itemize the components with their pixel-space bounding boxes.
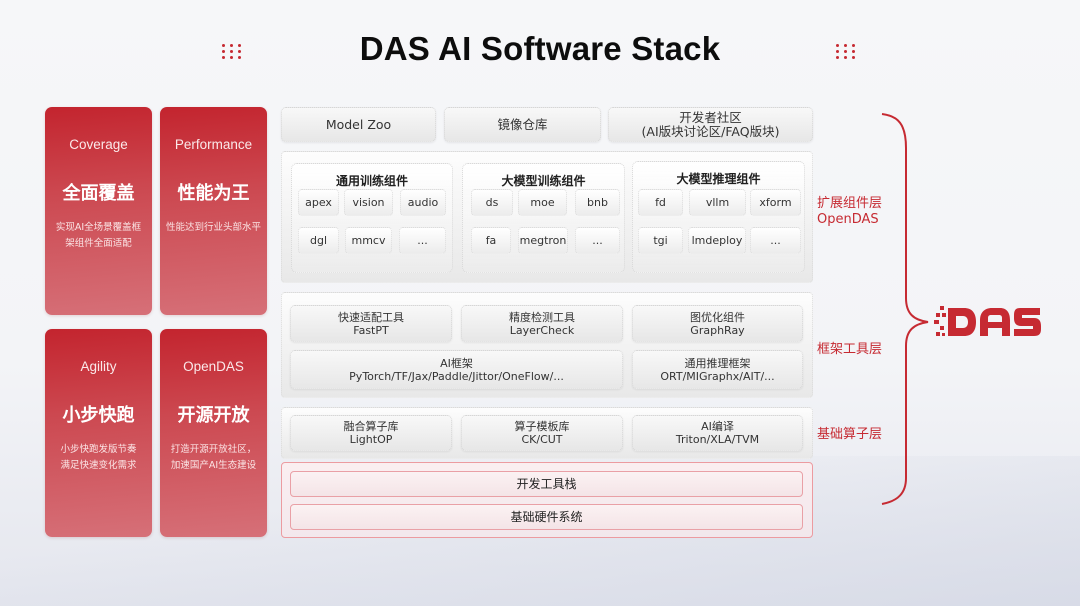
component-chip: tgi: [638, 227, 683, 254]
card-desc-line: 实现AI全场景覆盖框: [55, 222, 142, 233]
card-desc-line: 小步快跑发版节奏: [60, 444, 137, 455]
operator-lightop: 融合算子库 LightOP: [290, 415, 452, 451]
model-zoo-box: Model Zoo: [281, 107, 436, 142]
card-desc-line: 满足快速变化需求: [60, 460, 137, 471]
component-chip: mmcv: [345, 227, 392, 254]
box-label: AI编译: [701, 420, 734, 433]
component-chip: fa: [471, 227, 511, 254]
component-chip: audio: [400, 189, 446, 216]
layer-label-line: OpenDAS: [817, 212, 879, 227]
group-title: 通用训练组件: [335, 174, 408, 188]
box-label: 算子模板库: [514, 420, 570, 433]
box-sublabel: PyTorch/TF/Jax/Paddle/Jittor/OneFlow/...: [349, 369, 564, 383]
component-chip: vllm: [689, 189, 746, 216]
inference-framework-box: 通用推理框架 ORT/MIGraphx/AIT/...: [632, 350, 803, 389]
group-general-training: 通用训练组件 apex vision audio dgl mmcv ...: [291, 163, 453, 273]
layer-label-operator: 基础算子层: [817, 427, 883, 442]
component-chip: apex: [298, 189, 339, 216]
hardware-system-bar: 基础硬件系统: [290, 504, 803, 530]
card-description: 性能达到行业头部水平: [163, 220, 264, 236]
feature-card-opendas: OpenDAS 开源开放 打造开源开放社区， 加速国产AI生态建设: [160, 329, 267, 537]
box-label: 融合算子库: [343, 420, 399, 433]
card-cn-title: 全面覆盖: [62, 183, 135, 204]
box-sublabel: GraphRay: [690, 323, 745, 337]
box-sublabel: LightOP: [349, 433, 393, 446]
component-chip: lmdeploy: [688, 227, 746, 254]
component-chip: moe: [518, 189, 567, 216]
box-sublabel: ORT/MIGraphx/AIT/...: [660, 369, 775, 383]
layer-label-extension: 扩展组件层 OpenDAS: [817, 196, 882, 228]
card-description: 实现AI全场景覆盖框 架组件全面适配: [48, 220, 149, 252]
feature-card-performance: Performance 性能为王 性能达到行业头部水平: [160, 107, 267, 315]
tool-layercheck: 精度检测工具 LayerCheck: [461, 305, 623, 342]
component-chip: dgl: [298, 227, 339, 254]
component-chip: ds: [471, 189, 513, 216]
card-en-title: Agility: [80, 359, 117, 374]
developer-community-box: 开发者社区 (AI版块讨论区/FAQ版块): [608, 107, 813, 142]
box-label: 精度检测工具: [509, 310, 575, 324]
component-chip: vision: [344, 189, 393, 216]
feature-card-agility: Agility 小步快跑 小步快跑发版节奏 满足快速变化需求: [45, 329, 152, 537]
card-en-title: Performance: [174, 137, 253, 152]
box-sublabel: LayerCheck: [509, 323, 575, 337]
component-chip: ...: [399, 227, 446, 254]
operator-ckcut: 算子模板库 CK/CUT: [461, 415, 623, 451]
box-label: 快速适配工具: [338, 310, 404, 324]
feature-card-coverage: Coverage 全面覆盖 实现AI全场景覆盖框 架组件全面适配: [45, 107, 152, 315]
box-sublabel: FastPT: [353, 323, 389, 337]
component-chip: fd: [638, 189, 683, 216]
dot-grid-icon: [836, 44, 858, 60]
box-sublabel: (AI版块讨论区/FAQ版块): [641, 123, 780, 139]
group-llm-inference: 大模型推理组件 fd vllm xform tgi lmdeploy ...: [632, 161, 805, 273]
operator-ai-compile: AI编译 Triton/XLA/TVM: [632, 415, 803, 451]
card-cn-title: 开源开放: [177, 405, 250, 426]
component-chip: bnb: [575, 189, 620, 216]
card-description: 小步快跑发版节奏 满足快速变化需求: [48, 442, 149, 474]
das-logo-icon: [934, 306, 1041, 336]
card-desc-line: 性能达到行业头部水平: [165, 222, 261, 233]
box-sublabel: Triton/XLA/TVM: [675, 433, 760, 446]
ai-framework-box: AI框架 PyTorch/TF/Jax/Paddle/Jittor/OneFlo…: [290, 350, 623, 389]
box-label: Model Zoo: [325, 116, 392, 132]
box-label: 镜像仓库: [497, 116, 548, 132]
dev-toolchain-bar: 开发工具栈: [290, 471, 803, 497]
card-cn-title: 性能为王: [177, 183, 250, 204]
page-title: DAS AI Software Stack: [359, 30, 721, 67]
layer-label-framework: 框架工具层: [817, 342, 883, 357]
curly-brace-icon: [881, 113, 929, 505]
component-chip: xform: [750, 189, 801, 216]
card-desc-line: 架组件全面适配: [65, 238, 132, 249]
tool-graphray: 图优化组件 GraphRay: [632, 305, 803, 342]
card-description: 打造开源开放社区， 加速国产AI生态建设: [163, 442, 264, 474]
box-label: AI框架: [440, 356, 473, 370]
box-sublabel: CK/CUT: [521, 433, 563, 446]
box-label: 图优化组件: [690, 310, 745, 324]
group-llm-training: 大模型训练组件 ds moe bnb fa megtron ...: [462, 163, 625, 273]
box-label: 通用推理框架: [684, 356, 751, 370]
card-en-title: Coverage: [69, 137, 128, 152]
card-cn-title: 小步快跑: [62, 405, 135, 426]
card-desc-line: 打造开源开放社区，: [170, 444, 257, 455]
image-registry-box: 镜像仓库: [444, 107, 601, 142]
box-label: 开发者社区: [679, 109, 742, 125]
component-chip: ...: [575, 227, 620, 254]
component-chip: ...: [750, 227, 801, 254]
group-title: 大模型推理组件: [676, 172, 761, 186]
tool-fastpt: 快速适配工具 FastPT: [290, 305, 452, 342]
group-title: 大模型训练组件: [501, 174, 586, 188]
card-desc-line: 加速国产AI生态建设: [170, 460, 257, 471]
card-en-title: OpenDAS: [183, 359, 244, 374]
component-chip: megtron: [518, 227, 568, 254]
layer-label-line: 扩展组件层: [817, 196, 883, 211]
